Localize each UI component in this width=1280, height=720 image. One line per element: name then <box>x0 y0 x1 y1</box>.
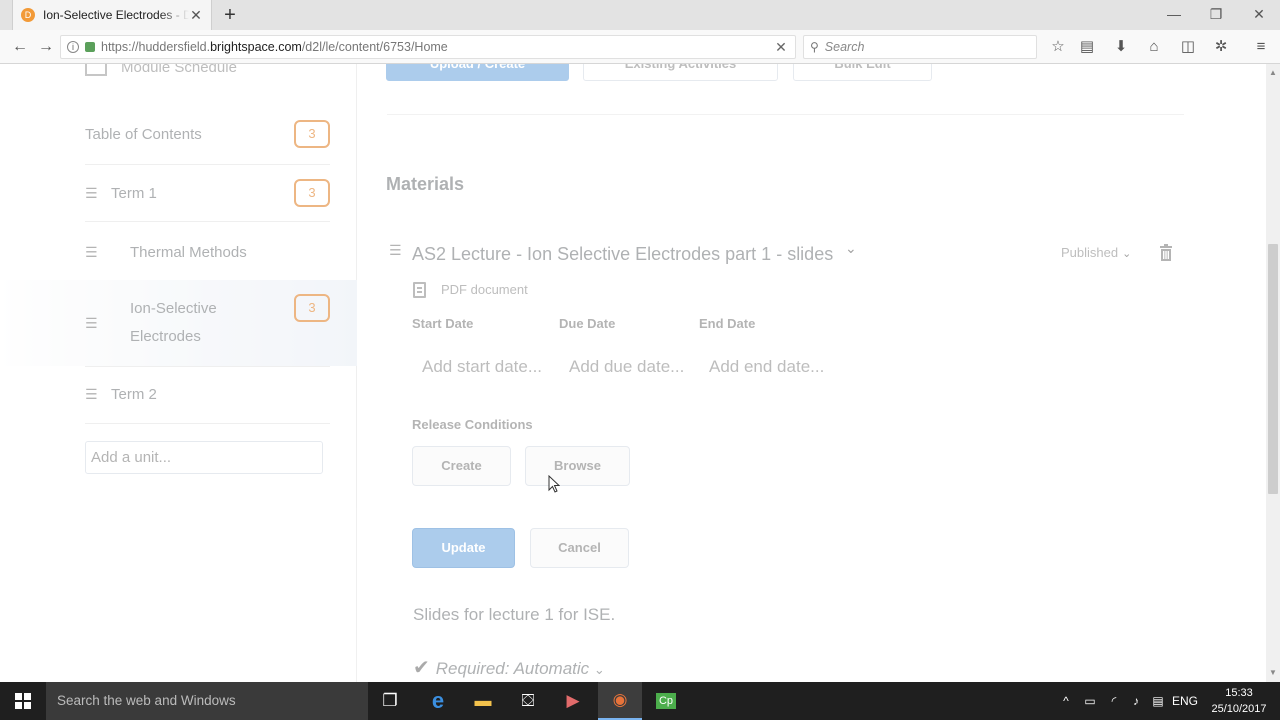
browser-tab-bar: D Ion-Selective Electrodes - D2L ✕ + — ❐… <box>0 0 1280 30</box>
bookmark-star-icon[interactable]: ☆ <box>1047 37 1069 57</box>
section-title: Materials <box>386 174 465 194</box>
volume-icon[interactable]: ♪ <box>1126 682 1146 720</box>
sidebar-item-term-2[interactable]: ☰ Term 2 <box>85 379 330 409</box>
start-date-field[interactable]: Add start date... <box>422 357 542 377</box>
url-text[interactable]: https://huddersfield.brightspace.com/d2l… <box>101 40 773 54</box>
tray-overflow-icon[interactable]: ^ <box>1058 682 1074 720</box>
menu-hamburger-icon[interactable]: ≡ <box>1250 37 1272 57</box>
store-icon[interactable]: ⛋ <box>506 682 550 720</box>
module-schedule-link[interactable]: Module Schedule <box>85 64 237 78</box>
drag-handle-icon[interactable]: ☰ <box>85 244 99 261</box>
document-icon <box>413 282 426 298</box>
extension-icon[interactable]: ✲ <box>1210 37 1232 57</box>
toc-count-badge: 3 <box>294 120 330 148</box>
tab-close-icon[interactable]: ✕ <box>189 8 203 22</box>
end-date-label: End Date <box>699 316 756 331</box>
content-type-label: PDF document <box>441 282 528 297</box>
ise-count-badge: 3 <box>294 294 330 322</box>
firefox-icon[interactable]: ◉ <box>598 682 642 720</box>
edge-browser-icon[interactable]: e <box>416 682 460 720</box>
calendar-icon <box>85 64 107 76</box>
due-date-label: Due Date <box>559 316 616 331</box>
action-center-icon[interactable]: ▤ <box>1148 682 1168 720</box>
update-button[interactable]: Update <box>412 528 515 568</box>
browser-search-input[interactable]: ⚲ Search <box>803 35 1037 59</box>
window-close-icon[interactable]: ✕ <box>1249 4 1269 24</box>
sidebar-item-ion-selective-electrodes[interactable]: ☰ Ion-Selective Electrodes 3 <box>85 294 330 352</box>
page-content: Module Schedule Table of Contents 3 ☰ Te… <box>0 64 1280 682</box>
browser-tab[interactable]: D Ion-Selective Electrodes - D2L ✕ <box>12 0 212 30</box>
address-bar[interactable]: i https://huddersfield.brightspace.com/d… <box>60 35 796 59</box>
back-arrow-icon[interactable]: ← <box>9 36 31 58</box>
drag-handle-icon[interactable]: ☰ <box>85 386 99 403</box>
content-item-title[interactable]: AS2 Lecture - Ion Selective Electrodes p… <box>412 244 833 265</box>
reading-list-icon[interactable]: ▤ <box>1076 37 1098 57</box>
chevron-down-icon[interactable]: ⌄ <box>845 240 857 257</box>
new-tab-button[interactable]: + <box>220 4 240 26</box>
site-info-icon[interactable]: i <box>67 41 79 53</box>
chevron-down-icon: ⌄ <box>593 662 605 677</box>
add-unit-input[interactable]: Add a unit... <box>85 441 323 474</box>
trash-icon[interactable] <box>1159 244 1173 262</box>
mouse-cursor-icon <box>548 475 560 493</box>
release-conditions-label: Release Conditions <box>412 417 533 432</box>
published-status-dropdown[interactable]: Published ⌄ <box>1061 245 1131 260</box>
page-scrollbar[interactable]: ▲ ▼ <box>1266 64 1280 682</box>
pocket-icon[interactable]: ◫ <box>1177 37 1199 57</box>
windows-logo-icon <box>15 693 31 709</box>
browse-conditions-button[interactable]: Browse <box>525 446 630 486</box>
existing-activities-button[interactable]: Existing Activities <box>583 64 778 81</box>
scroll-down-icon[interactable]: ▼ <box>1266 666 1280 680</box>
scrollbar-thumb[interactable] <box>1268 244 1278 494</box>
forward-arrow-icon[interactable]: → <box>35 36 57 58</box>
term-1-count-badge: 3 <box>294 179 330 207</box>
create-condition-button[interactable]: Create <box>412 446 511 486</box>
main-content: Upload / Create Existing Activities Bulk… <box>357 64 1266 682</box>
taskbar-clock[interactable]: 15:33 25/10/2017 <box>1202 685 1276 717</box>
sidebar: Module Schedule Table of Contents 3 ☰ Te… <box>0 64 357 682</box>
divider <box>85 423 330 424</box>
bulk-edit-button[interactable]: Bulk Edit <box>793 64 932 81</box>
sidebar-item-term-1[interactable]: ☰ Term 1 3 <box>85 178 330 208</box>
d2l-favicon-icon: D <box>21 8 35 22</box>
divider <box>387 114 1184 115</box>
start-date-label: Start Date <box>412 316 474 331</box>
tab-title: Ion-Selective Electrodes - D2L <box>43 8 189 22</box>
restore-icon[interactable]: ❐ <box>1206 4 1226 24</box>
wifi-icon[interactable]: ◜ <box>1104 682 1124 720</box>
browser-nav-bar: ← → i https://huddersfield.brightspace.c… <box>0 30 1280 64</box>
start-button[interactable] <box>0 682 46 720</box>
language-indicator[interactable]: ENG <box>1170 682 1200 720</box>
secure-lock-icon <box>85 42 95 52</box>
upload-create-button[interactable]: Upload / Create <box>386 64 569 81</box>
drag-handle-icon[interactable]: ☰ <box>85 185 99 202</box>
sidebar-item-thermal-methods[interactable]: ☰ Thermal Methods <box>85 237 330 267</box>
url-clear-icon[interactable]: ✕ <box>773 39 789 56</box>
drag-handle-icon[interactable]: ☰ <box>85 315 99 332</box>
divider <box>85 366 330 367</box>
checkmark-icon: ✔ <box>413 657 430 679</box>
taskbar-search-box[interactable]: Search the web and Windows <box>46 682 368 720</box>
scroll-up-icon[interactable]: ▲ <box>1266 66 1280 80</box>
drag-handle-icon[interactable]: ☰ <box>389 242 402 259</box>
divider <box>85 164 330 165</box>
divider <box>85 221 330 222</box>
item-description: Slides for lecture 1 for ISE. <box>413 605 616 624</box>
table-of-contents-link[interactable]: Table of Contents 3 <box>85 119 330 149</box>
task-view-icon[interactable]: ❐ <box>368 682 412 720</box>
due-date-field[interactable]: Add due date... <box>569 357 684 377</box>
media-player-icon[interactable]: ▶ <box>551 682 595 720</box>
battery-icon[interactable]: ▭ <box>1080 682 1100 720</box>
chevron-down-icon: ⌄ <box>1122 248 1132 260</box>
home-icon[interactable]: ⌂ <box>1143 37 1165 57</box>
minimize-icon[interactable]: — <box>1164 4 1184 24</box>
camtasia-icon[interactable]: Cp <box>644 682 688 720</box>
cancel-button[interactable]: Cancel <box>530 528 629 568</box>
search-icon: ⚲ <box>810 40 819 54</box>
download-icon[interactable]: ⬇ <box>1110 37 1132 57</box>
completion-tracking-dropdown[interactable]: ✔ Required: Automatic ⌄ <box>413 655 605 680</box>
file-explorer-icon[interactable]: ▬ <box>461 682 505 720</box>
windows-taskbar: Search the web and Windows ❐ e ▬ ⛋ ▶ ◉ C… <box>0 682 1280 720</box>
end-date-field[interactable]: Add end date... <box>709 357 824 377</box>
